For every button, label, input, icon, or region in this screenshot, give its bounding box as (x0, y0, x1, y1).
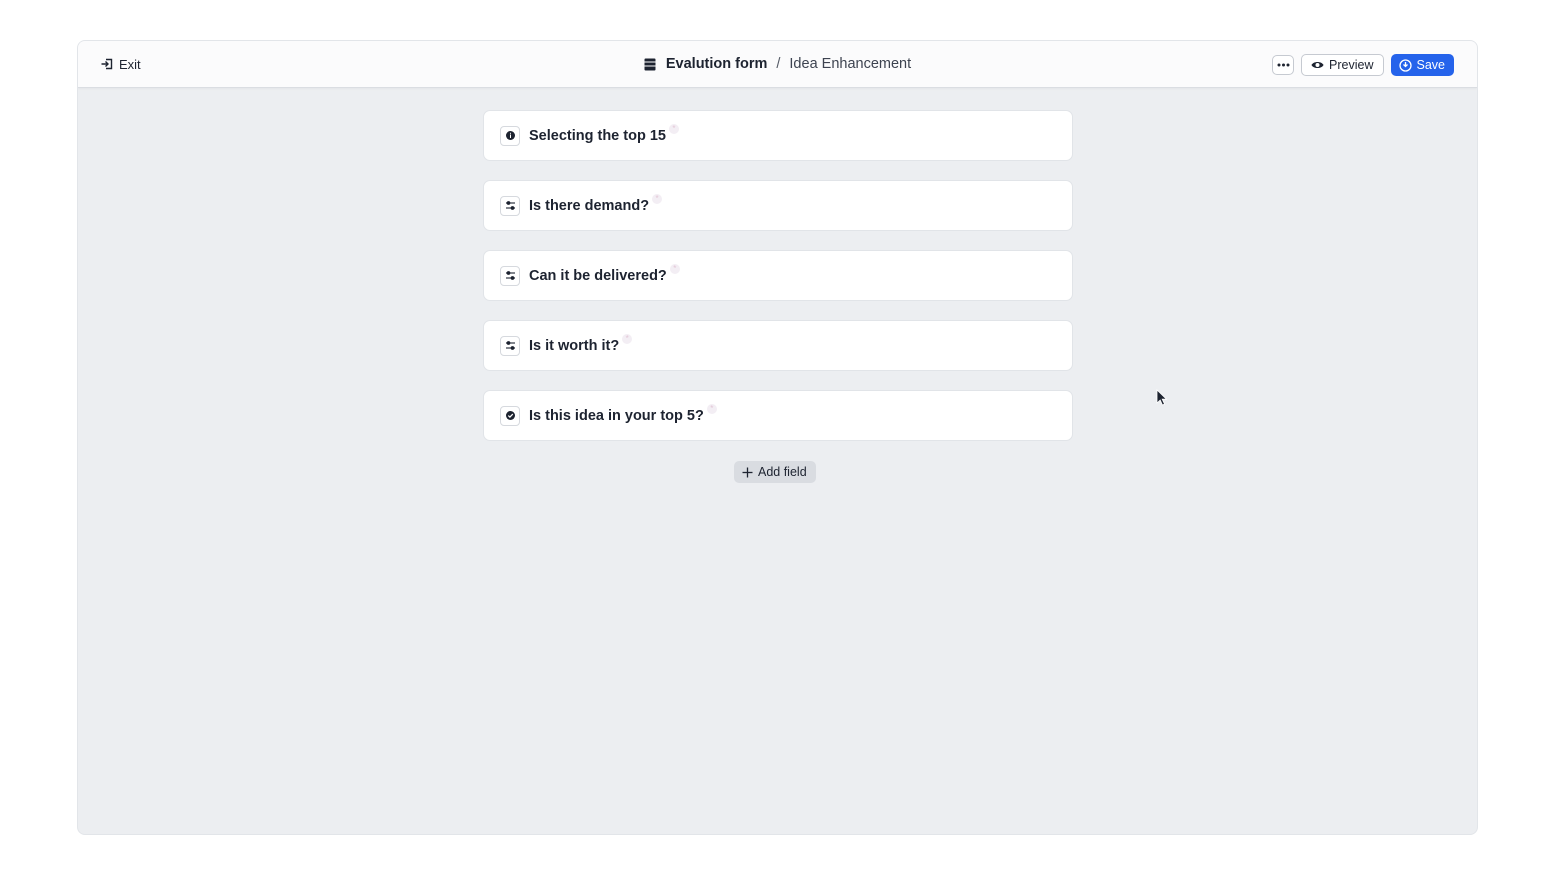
save-icon (1398, 58, 1412, 72)
preview-label: Preview (1329, 58, 1374, 72)
save-label: Save (1416, 58, 1446, 72)
form-fields-list: Selecting the top 15 * Is there demand? … (483, 110, 1073, 460)
required-marker: * (669, 263, 680, 274)
field-label: Is this idea in your top 5? (529, 407, 704, 424)
more-options-button[interactable] (1272, 55, 1295, 75)
field-card[interactable]: Is this idea in your top 5? * (483, 390, 1073, 441)
eye-icon (1311, 62, 1324, 68)
required-marker: * (706, 403, 717, 414)
required-marker: * (622, 333, 633, 344)
required-marker: * (652, 193, 663, 204)
sliders-icon (500, 335, 520, 356)
check-circle-icon (500, 405, 520, 426)
plus-icon (742, 467, 753, 477)
field-card[interactable]: Is it worth it? * (483, 320, 1073, 371)
ellipsis-icon (1277, 63, 1290, 67)
field-card[interactable]: Can it be delivered? * (483, 250, 1073, 301)
field-label: Is there demand? (529, 197, 650, 214)
form-title[interactable]: Evalution form (666, 56, 768, 72)
field-label: Selecting the top 15 (529, 127, 666, 144)
form-icon (644, 58, 656, 70)
field-label: Is it worth it? (529, 337, 620, 354)
breadcrumb: Evalution form / Idea Enhancement (78, 54, 1477, 74)
breadcrumb-separator: / (776, 56, 781, 72)
field-card[interactable]: Is there demand? * (483, 180, 1073, 231)
add-field-button[interactable]: Add field (734, 461, 816, 483)
sliders-icon (500, 195, 520, 216)
mouse-cursor-icon (1156, 389, 1168, 406)
required-marker: * (668, 123, 679, 134)
app-window: Exit Evalution form / Idea Enhancement P… (77, 40, 1478, 835)
add-field-label: Add field (758, 465, 807, 479)
info-icon (500, 125, 520, 146)
sliders-icon (500, 265, 520, 286)
header-actions: Preview Save (1272, 54, 1454, 76)
preview-button[interactable]: Preview (1301, 54, 1384, 76)
field-label: Can it be delivered? (529, 267, 667, 284)
top-bar: Exit Evalution form / Idea Enhancement P… (78, 41, 1477, 88)
form-subtitle: Idea Enhancement (789, 56, 912, 72)
save-button[interactable]: Save (1390, 54, 1454, 76)
field-card[interactable]: Selecting the top 15 * (483, 110, 1073, 161)
